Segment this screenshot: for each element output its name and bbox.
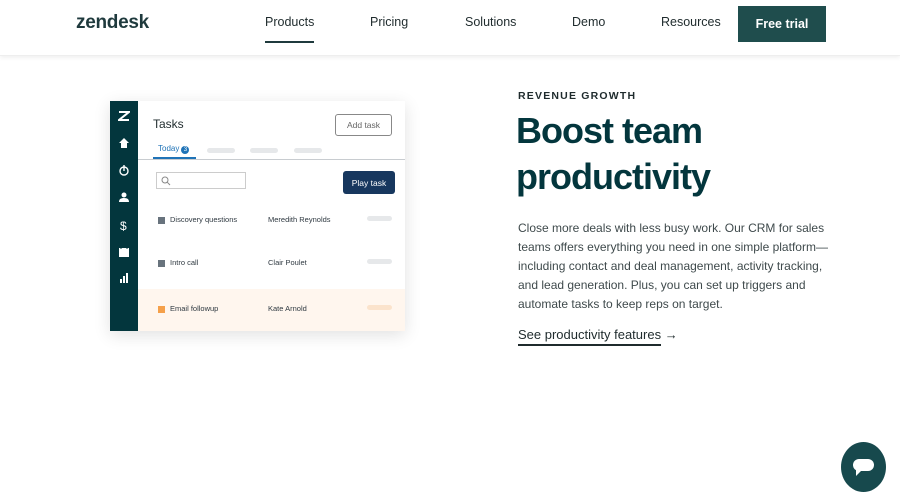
person-icon	[119, 192, 129, 202]
deals-icon	[119, 165, 129, 176]
svg-text:$: $	[120, 219, 127, 231]
nav-resources[interactable]: Resources	[661, 15, 721, 29]
tab-placeholder	[207, 148, 235, 153]
placeholder-bar	[367, 216, 392, 221]
nav-solutions[interactable]: Solutions	[465, 15, 516, 29]
tab-placeholder	[294, 148, 322, 153]
task-row: Intro call Clair Poulet	[138, 243, 405, 285]
placeholder-bar	[367, 305, 392, 310]
task-owner: Kate Arnold	[268, 304, 307, 313]
link-label: See productivity features	[518, 327, 662, 346]
zendesk-logo-icon	[118, 111, 130, 121]
search-icon	[161, 176, 171, 186]
dollar-icon: $	[120, 219, 127, 231]
tab-placeholder	[250, 148, 278, 153]
nav-products[interactable]: Products	[265, 15, 315, 43]
section-description: Close more deals with less busy work. Ou…	[518, 221, 828, 311]
nav-demo[interactable]: Demo	[572, 15, 605, 29]
tasks-mockup-image: $ Tasks Add task Today 3 Play task Discov…	[110, 101, 405, 331]
task-name: Intro call	[170, 258, 199, 267]
task-row: Discovery questions Meredith Reynolds	[138, 200, 405, 242]
divider	[138, 159, 405, 160]
task-owner: Meredith Reynolds	[268, 215, 331, 224]
status-square	[158, 260, 165, 267]
tab-label: Today	[158, 144, 180, 153]
add-task-button: Add task	[335, 114, 392, 136]
task-name: Discovery questions	[170, 215, 238, 224]
chat-button[interactable]	[841, 442, 886, 492]
see-productivity-features-link[interactable]: See productivity features →	[518, 327, 678, 346]
site-header: zendesk Products Pricing Solutions Demo …	[0, 0, 900, 56]
play-task-button: Play task	[343, 171, 395, 194]
placeholder-bar	[367, 259, 392, 264]
count-badge: 3	[181, 146, 190, 154]
task-name: Email followup	[170, 304, 219, 313]
section-title: Boost team productivity	[516, 110, 711, 197]
zendesk-logo[interactable]: zendesk	[76, 12, 149, 34]
status-square	[158, 306, 165, 313]
arrow-right-icon: →	[664, 327, 678, 342]
chart-icon	[120, 273, 128, 283]
search-input	[156, 172, 246, 189]
mockup-title: Tasks	[153, 117, 184, 131]
mockup-sidebar: $	[110, 101, 138, 331]
tab-today: Today 3	[158, 144, 190, 154]
chat-bubble-icon	[853, 459, 874, 476]
free-trial-button[interactable]: Free trial	[738, 6, 826, 42]
eyebrow-label: REVENUE GROWTH	[518, 90, 637, 102]
task-row-highlighted: Email followup Kate Arnold	[138, 289, 405, 331]
status-square	[158, 217, 165, 224]
calendar-icon	[119, 247, 129, 257]
nav-pricing[interactable]: Pricing	[370, 15, 408, 29]
home-icon	[119, 138, 129, 148]
task-owner: Clair Poulet	[268, 258, 307, 267]
